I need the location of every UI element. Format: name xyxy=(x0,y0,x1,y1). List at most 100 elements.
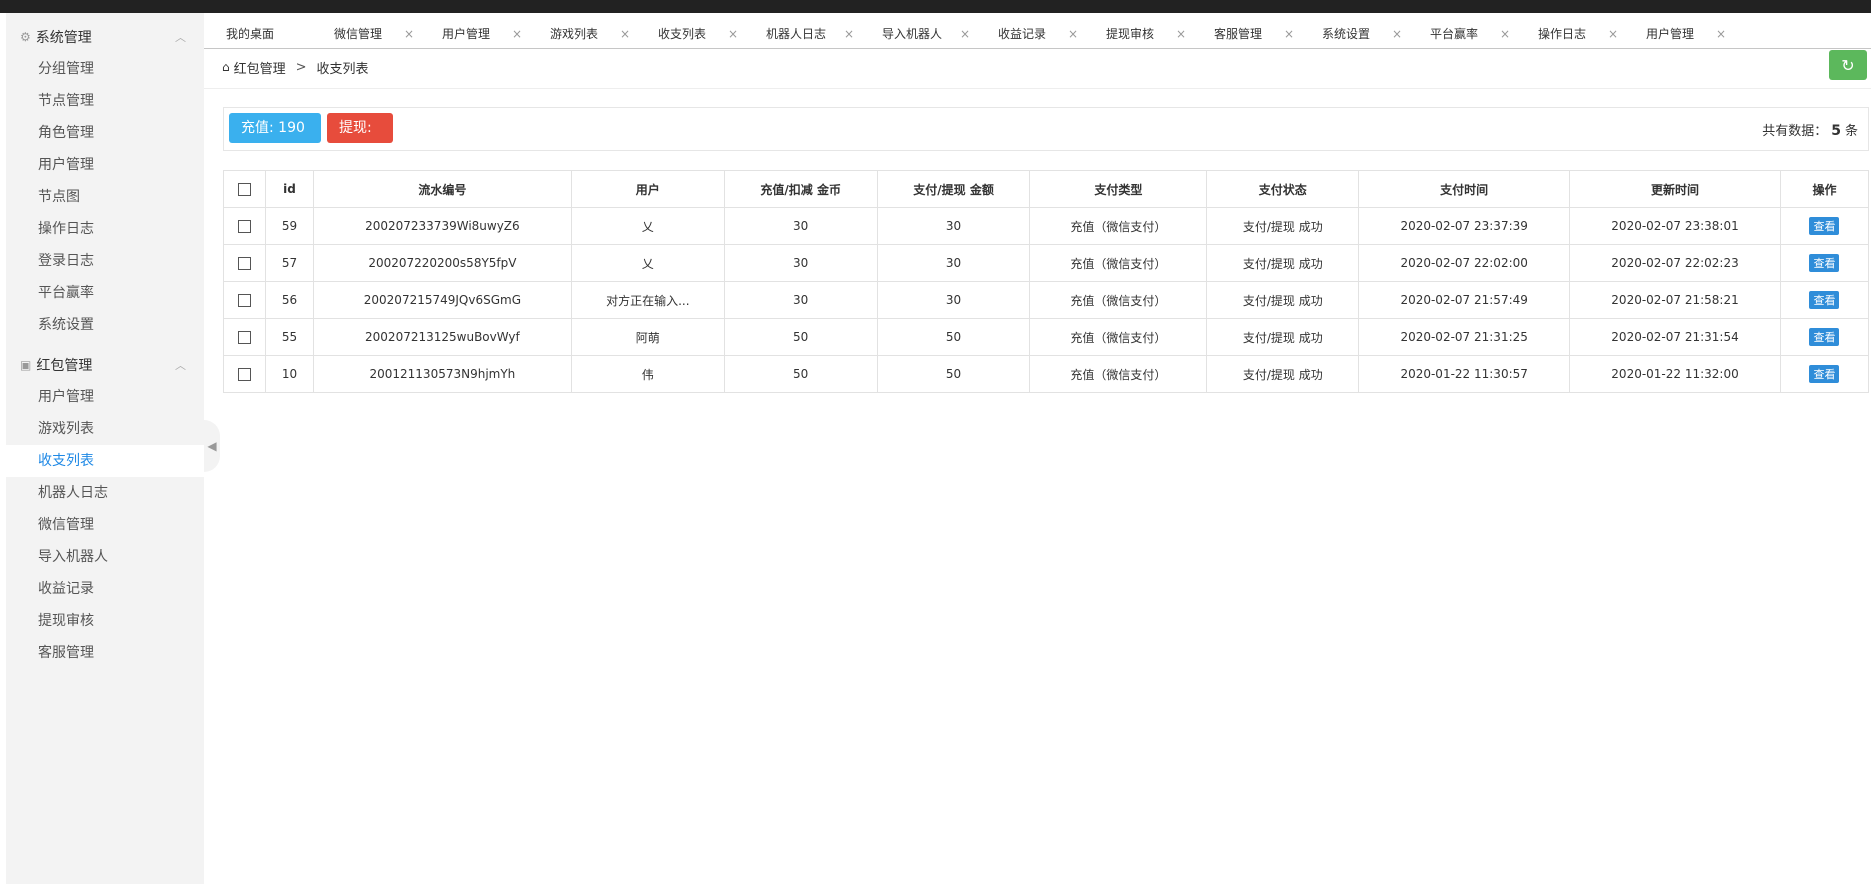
cell-pay-status: 支付/提现 成功 xyxy=(1206,207,1360,245)
row-checkbox[interactable] xyxy=(237,331,251,344)
close-icon[interactable]: × xyxy=(1608,27,1618,41)
cell-pay-type: 充值（微信支付） xyxy=(1029,281,1208,319)
transactions-table: id 流水编号 用户 充值/扣减 金币 支付/提现 金额 支付类型 支付状态 支… xyxy=(223,170,1870,393)
total-count: 共有数据： 5 条 xyxy=(1762,120,1858,139)
column-header: 更新时间 xyxy=(1569,170,1781,208)
close-icon[interactable]: × xyxy=(1500,27,1510,41)
cell-update-time: 2020-02-07 21:58:21 xyxy=(1569,281,1781,319)
sidebar-item[interactable]: 微信管理 xyxy=(6,509,204,541)
close-icon[interactable]: × xyxy=(512,27,522,41)
chevron-up-icon: ︿ xyxy=(175,359,186,372)
tab-label: 用户管理 xyxy=(1646,27,1695,41)
close-icon[interactable]: × xyxy=(728,27,738,41)
tab[interactable]: 微信管理 × xyxy=(312,20,424,47)
sidebar-collapse-toggle[interactable]: ◀ xyxy=(204,420,220,472)
cell-update-time: 2020-01-22 11:32:00 xyxy=(1569,355,1781,393)
view-button[interactable]: 查看 xyxy=(1809,217,1840,235)
tab-label: 导入机器人 xyxy=(882,27,943,41)
select-all-cell[interactable] xyxy=(223,170,266,208)
sidebar-item[interactable]: 节点图 xyxy=(6,181,204,213)
cell-coins: 30 xyxy=(723,244,878,282)
cell-pay-time: 2020-02-07 23:37:39 xyxy=(1358,207,1571,245)
close-icon[interactable]: × xyxy=(1392,27,1402,41)
cell-user: 阿萌 xyxy=(570,318,725,356)
tab-label: 提现审核 xyxy=(1106,27,1155,41)
sidebar-group-system[interactable]: ⚙ 系统管理 ︿ xyxy=(6,21,204,53)
view-button[interactable]: 查看 xyxy=(1809,328,1840,346)
sidebar-item[interactable]: 导入机器人 xyxy=(6,541,204,573)
sidebar-item[interactable]: 登录日志 xyxy=(6,245,204,277)
sidebar-item[interactable]: 角色管理 xyxy=(6,117,204,149)
row-select-cell[interactable] xyxy=(223,244,266,282)
view-button[interactable]: 查看 xyxy=(1809,254,1840,272)
sidebar-group-title: 系统管理 xyxy=(35,30,92,46)
row-checkbox[interactable] xyxy=(237,257,251,270)
cell-pay-type: 充值（微信支付） xyxy=(1029,355,1208,393)
tab[interactable]: 游戏列表 × xyxy=(528,20,640,47)
close-icon[interactable]: × xyxy=(1068,27,1078,41)
sidebar-item-active[interactable]: 收支列表 xyxy=(6,445,204,477)
cell-pay-time: 2020-01-22 11:30:57 xyxy=(1358,355,1571,393)
select-all-checkbox[interactable] xyxy=(237,183,251,196)
tab[interactable]: 机器人日志 × xyxy=(744,20,864,47)
tab[interactable]: 提现审核 × xyxy=(1084,20,1196,47)
tab[interactable]: 系统设置 × xyxy=(1300,20,1412,47)
sidebar-item[interactable]: 操作日志 xyxy=(6,213,204,245)
sidebar-item[interactable]: 平台赢率 xyxy=(6,277,204,309)
row-checkbox[interactable] xyxy=(237,220,251,233)
sidebar-item[interactable]: 收益记录 xyxy=(6,573,204,605)
refresh-button[interactable]: ↻ xyxy=(1829,50,1867,80)
sidebar-item[interactable]: 客服管理 xyxy=(6,637,204,669)
cell-pay-time: 2020-02-07 22:02:00 xyxy=(1358,244,1571,282)
row-checkbox[interactable] xyxy=(237,368,251,381)
cell-serial: 200207233739Wi8uwyZ6 xyxy=(312,207,572,245)
tab[interactable]: 客服管理 × xyxy=(1192,20,1304,47)
breadcrumb-root[interactable]: 红包管理 xyxy=(234,58,286,77)
close-icon[interactable]: × xyxy=(1716,27,1726,41)
sidebar: ⚙ 系统管理 ︿ 分组管理 节点管理 角色管理 用户管理 节点图 操作日志 登录… xyxy=(6,13,204,884)
sidebar-item[interactable]: 用户管理 xyxy=(6,149,204,181)
sidebar-item[interactable]: 分组管理 xyxy=(6,53,204,85)
close-icon[interactable]: × xyxy=(1176,27,1186,41)
sidebar-item[interactable]: 游戏列表 xyxy=(6,413,204,445)
tab[interactable]: 用户管理 × xyxy=(420,20,532,47)
tab-label: 游戏列表 xyxy=(550,27,599,41)
column-header: 支付类型 xyxy=(1029,170,1208,208)
sidebar-item[interactable]: 用户管理 xyxy=(6,381,204,413)
tab[interactable]: 用户管理 × xyxy=(1624,20,1736,47)
cell-pay-status: 支付/提现 成功 xyxy=(1206,281,1360,319)
sidebar-item[interactable]: 节点管理 xyxy=(6,85,204,117)
table-row: 57 200207220200s58Y5fpV 乂 30 30 充值（微信支付）… xyxy=(223,244,1870,282)
table-row: 10 200121130573N9hjmYh 伟 50 50 充值（微信支付） … xyxy=(223,355,1870,393)
column-header: 充值/扣减 金币 xyxy=(723,170,878,208)
sidebar-item[interactable]: 机器人日志 xyxy=(6,477,204,509)
row-select-cell[interactable] xyxy=(223,355,266,393)
tab[interactable]: 导入机器人 × xyxy=(860,20,980,47)
view-button[interactable]: 查看 xyxy=(1809,365,1840,383)
row-select-cell[interactable] xyxy=(223,207,266,245)
cell-serial: 200207213125wuBovWyf xyxy=(312,318,572,356)
close-icon[interactable]: × xyxy=(960,27,970,41)
tab[interactable]: 收益记录 × xyxy=(976,20,1088,47)
close-icon[interactable]: × xyxy=(620,27,630,41)
recharge-badge: 充值: 190 xyxy=(229,113,321,143)
row-select-cell[interactable] xyxy=(223,318,266,356)
cell-action: 查看 xyxy=(1779,355,1870,393)
close-icon[interactable]: × xyxy=(404,27,414,41)
row-select-cell[interactable] xyxy=(223,281,266,319)
sidebar-item[interactable]: 系统设置 xyxy=(6,309,204,341)
row-checkbox[interactable] xyxy=(237,294,251,307)
close-icon[interactable]: × xyxy=(1284,27,1294,41)
tab[interactable]: 操作日志 × xyxy=(1516,20,1628,47)
cell-update-time: 2020-02-07 21:31:54 xyxy=(1569,318,1781,356)
sidebar-item[interactable]: 提现审核 xyxy=(6,605,204,637)
tab-active[interactable]: 收支列表 × xyxy=(636,20,748,47)
sidebar-group-redpacket[interactable]: ▣ 红包管理 ︿ xyxy=(6,349,204,381)
tab[interactable]: 平台赢率 × xyxy=(1408,20,1520,47)
refresh-icon: ↻ xyxy=(1841,55,1855,75)
close-icon[interactable]: × xyxy=(844,27,854,41)
tab[interactable]: 我的桌面 xyxy=(204,20,316,47)
column-header: 支付时间 xyxy=(1358,170,1571,208)
view-button[interactable]: 查看 xyxy=(1809,291,1840,309)
cell-amount: 50 xyxy=(876,318,1031,356)
